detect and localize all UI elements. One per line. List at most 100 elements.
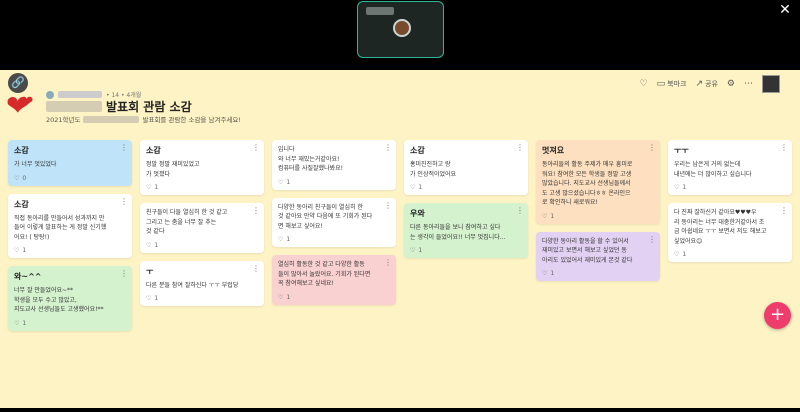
like-row[interactable]: ♡ 1 [14, 320, 126, 327]
post-body-line: 학생을 모두 수고 많았고, [14, 296, 77, 304]
post-card[interactable]: ⋮ 소감 홍미진진하고 랑가 인상적이었어요 ♡ 1 [404, 140, 528, 195]
share-label: 공유 [705, 80, 718, 88]
more-icon[interactable]: ⋮ [120, 269, 128, 278]
post-body-line: 정말 정말 재미있었고 [146, 161, 200, 168]
post-body-line: 그리고 는 춤을 너무 잘 추는 [146, 218, 217, 226]
post-card[interactable]: ⋮ ㅜ 다른 분들 참여 잘하신다 ㅜㅜ 부럽당 ♡ 1 [140, 260, 264, 306]
like-count: 1 [22, 247, 27, 254]
heart-icon[interactable]: ♡ [146, 184, 151, 191]
like-count: 1 [154, 295, 159, 302]
column-2: ⋮ 소감 정말 정말 재미있었고 가 멋졌다 ♡ 1 ⋮ 친구들이 다들 열심히 한 것 같고… [140, 140, 264, 314]
post-body: 가 너무 멋있었다 [14, 160, 126, 170]
heart-icon[interactable]: ♡ [146, 295, 151, 302]
heart-icon[interactable]: ♡ [410, 184, 415, 191]
more-icon[interactable]: ⋮ [120, 143, 128, 152]
more-icon[interactable]: ⋮ [252, 206, 260, 215]
more-icon[interactable]: ⋮ [516, 143, 524, 152]
like-row[interactable]: ♡ 1 [146, 295, 258, 302]
like-row[interactable]: ♡ 1 [542, 270, 654, 277]
post-body-line: 금 아쉽네요 ㅜㅜ 보면서 저도 해보고 [674, 228, 767, 235]
more-icon[interactable]: ⋮ [252, 143, 260, 152]
like-count: 0 [22, 174, 27, 182]
more-icon[interactable]: ⋮ [780, 143, 788, 152]
post-card[interactable]: ⋮ 친구들이 다들 열심히 한 것 같고 그리고 는 춤을 너무 잘 추는 것 같다 ♡… [140, 203, 264, 253]
like-row[interactable]: ♡ 1 [674, 184, 786, 191]
like-row[interactable]: ♡ 1 [542, 213, 654, 220]
column-1: ⋮ 소감 가 너무 멋있었다 ♡ 0 ⋮ 소감 직접 동아리를 만들어서 성과까지 만 들어 이… [8, 140, 132, 339]
heart-icon[interactable]: ♡ [278, 294, 283, 301]
add-post-button[interactable]: + [764, 302, 791, 329]
post-card[interactable]: ⋮ 멋져요동아리들의 활동 주제가 매우 흥미로 워요! 참여한 모든 학생들 정말… [536, 140, 660, 224]
post-body-line: 들어 이렇게 발표하는 게 정말 신기했 [14, 224, 107, 231]
heart-icon[interactable]: ♡ [674, 184, 679, 191]
post-body: 다 진짜 잘하신거 같아요♥♥♥우 리 동아리는 너무 대충한거같아서 조금 아쉽… [674, 208, 786, 246]
post-card[interactable]: ⋮ 다양한 동아리 친구들이 열심히 한것 같아요 만약 다음에 또 기회가 된다… [272, 197, 396, 247]
more-icon[interactable]: ⋮ [648, 235, 656, 244]
like-count: 1 [286, 178, 291, 186]
more-icon[interactable]: ⋮ [780, 206, 788, 215]
heart-icon[interactable]: ♡ [410, 247, 415, 254]
post-card[interactable]: ⋮ 다양한 동아리 활동을 할 수 있어서 재미있고 보면서 해보고 싶었던 동 아리… [536, 231, 660, 281]
like-count: 1 [22, 319, 27, 327]
post-card[interactable]: ⋮ 열심히 활동한 것 같고 다양한 활동 들이 많아서 놀랐어요. 기회가 된다면… [272, 255, 396, 305]
heart-icon[interactable]: ♡ [146, 242, 151, 249]
post-body-line: 다른 분들 참여 잘하신다 ㅜㅜ 부럽당 [146, 281, 239, 289]
heart-icon[interactable]: ♡ [14, 175, 19, 182]
like-count: 1 [418, 184, 423, 191]
like-row[interactable]: ♡ 1 [410, 247, 522, 254]
more-icon[interactable]: ⋮ [516, 206, 524, 215]
like-row[interactable]: ♡ 1 [278, 179, 390, 186]
page-title-text: 발표회 관람 소감 [106, 100, 192, 114]
more-icon[interactable]: ⋮ [120, 197, 128, 206]
more-icon[interactable]: ⋮ [648, 143, 656, 152]
close-icon[interactable]: ✕ [774, 0, 796, 21]
bookmark-button[interactable]: ▭ 북마크 [657, 79, 687, 89]
like-row[interactable]: ♡ 1 [278, 236, 390, 243]
share-icon: ↗ [695, 79, 704, 89]
like-row[interactable]: ♡ 1 [146, 242, 258, 249]
heart-icon[interactable]: ♡ [14, 320, 19, 327]
post-card[interactable]: ⋮ 다 진짜 잘하신거 같아요♥♥♥우 리 동아리는 너무 대충한거같아서 조금 아… [668, 203, 792, 262]
heart-icon[interactable]: ♡ [278, 236, 283, 243]
like-row[interactable]: ♡ 1 [674, 251, 786, 258]
post-card[interactable]: ⋮ 와~^^ 너무 잘 만들었어요~** 학생을 모두 수고 많았고, 지도교사 선생님… [8, 266, 132, 331]
like-count: 1 [154, 184, 159, 191]
heart-icon[interactable]: ♡ [14, 247, 19, 254]
like-row[interactable]: ♡ 1 [146, 184, 258, 191]
more-icon[interactable]: ⋮ [384, 201, 392, 210]
post-card[interactable]: ⋮ 소감 가 너무 멋있었다 ♡ 0 [8, 140, 132, 186]
more-icon[interactable]: ⋮ [384, 258, 392, 267]
share-button[interactable]: ↗ 공유 [695, 79, 717, 89]
more-button[interactable]: ⋯ [744, 79, 753, 89]
more-icon[interactable]: ⋮ [384, 143, 392, 152]
like-row[interactable]: ♡ 1 [410, 184, 522, 191]
like-count: 1 [418, 247, 423, 254]
heart-icon[interactable]: ♡ [278, 179, 283, 186]
author-name-redacted [58, 91, 102, 98]
participant-video-tile[interactable] [357, 1, 444, 58]
board-thumbnail[interactable] [762, 75, 780, 93]
post-card[interactable]: ⋮ 소감 정말 정말 재미있었고 가 멋졌다 ♡ 1 [140, 140, 264, 195]
like-count: 1 [682, 251, 687, 258]
like-row[interactable]: ♡ 1 [14, 247, 126, 254]
post-body-line: 입니다 [278, 146, 295, 153]
heart-icon[interactable]: ♡ [542, 270, 547, 277]
like-count: 1 [154, 241, 159, 249]
post-body-line: 너무 잘 만들었어요~** [14, 287, 74, 294]
post-body: 동아리들의 활동 주제가 매우 흥미로 워요! 참여한 모든 학생들 정말 고생 많… [542, 160, 654, 208]
post-body-line: 도 고생 많으셨습니다ㅎㅎ 온라인으 [542, 189, 631, 197]
heart-icon[interactable]: ♡ [542, 213, 547, 220]
more-icon[interactable]: ⋮ [252, 264, 260, 273]
like-row[interactable]: ♡ 1 [278, 294, 390, 301]
settings-button[interactable]: ⚙ [727, 79, 735, 89]
heart-button[interactable]: ♡ [640, 79, 648, 89]
heart-icon[interactable]: ♡ [674, 251, 679, 258]
subtitle-suffix: 발표회를 관람한 소감을 남겨주세요! [142, 116, 241, 124]
post-card[interactable]: ⋮ ㅜㅜ 우리는 남은게 거의 없는데 내년에는 더 많이하고 싶습니다 ♡ 1 [668, 140, 792, 195]
more-icon: ⋯ [744, 79, 753, 89]
post-card[interactable]: ⋮ 우와 다른 동아리들을 보니 참여하고 싶다 는 생각이 들었어요!! 너무 멋집… [404, 203, 528, 258]
post-card[interactable]: ⋮ 입니다 와 너무 재밌는거같아요! 컴퓨터를 사질잘했나봐요! ♡ 1 [272, 140, 396, 190]
post-title: 멋져요 [542, 146, 565, 155]
like-row[interactable]: ♡ 0 [14, 175, 126, 182]
post-card[interactable]: ⋮ 소감 직접 동아리를 만들어서 성과까지 만 들어 이렇게 발표하는 게 정말 신… [8, 193, 132, 258]
